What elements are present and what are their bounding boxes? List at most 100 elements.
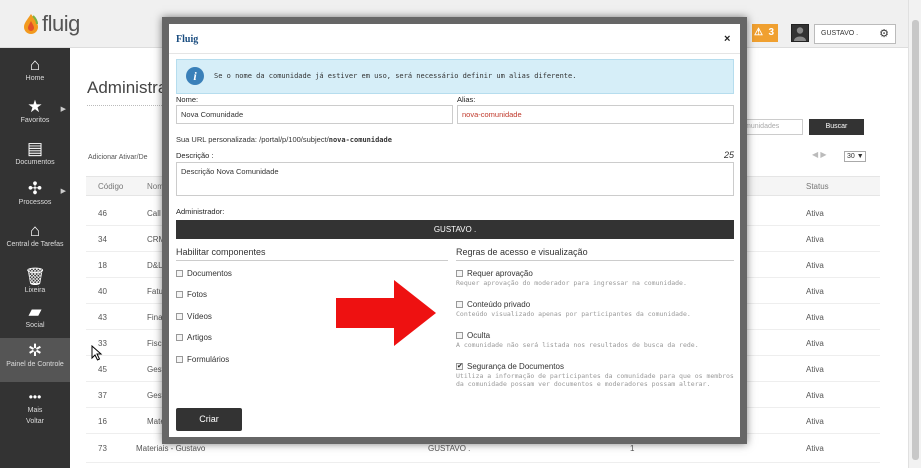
pager-arrows[interactable]: ◀ ▶	[812, 150, 827, 159]
page-size-select[interactable]: 30 ▼	[844, 151, 866, 162]
sidebar-item-label: Documentos	[15, 159, 55, 166]
cell-status: Ativa	[806, 417, 824, 426]
sidebar-item-label: Mais	[27, 407, 43, 414]
sidebar-item-favoritos[interactable]: ★ Favoritos ▶	[0, 98, 70, 125]
checkbox[interactable]	[176, 270, 183, 277]
alerts-badge[interactable]: ⚠ 3	[752, 24, 778, 42]
page-title: Administrar	[87, 78, 173, 97]
mouse-cursor-icon	[91, 345, 103, 361]
checkbox[interactable]	[176, 291, 183, 298]
checkbox[interactable]	[456, 332, 463, 339]
checkbox-oculta[interactable]: Oculta	[456, 331, 490, 340]
sidebar-item-voltar[interactable]: Voltar	[0, 418, 70, 426]
sidebar-item-mais[interactable]: ••• Mais	[0, 388, 70, 415]
cell-code: 18	[98, 261, 107, 270]
cell-code: 46	[98, 209, 107, 218]
cell-name: D&L	[147, 261, 163, 270]
checkbox-label: Oculta	[467, 331, 491, 340]
sidebar-item-label: Voltar	[26, 418, 44, 425]
page-scrollbar[interactable]	[908, 0, 921, 468]
checkbox[interactable]	[456, 301, 463, 308]
control-panel-icon: ✲	[27, 341, 43, 360]
cell-count: 1	[630, 444, 635, 453]
checkbox-artigos[interactable]: Artigos	[176, 333, 212, 342]
column-header-status[interactable]: Status	[806, 182, 829, 191]
create-button[interactable]: Criar	[176, 408, 242, 431]
checkbox[interactable]	[456, 270, 463, 277]
checkbox-label: Requer aprovação	[467, 269, 533, 278]
name-field[interactable]: Nova Comunidade	[176, 105, 453, 124]
checkbox-videos[interactable]: Vídeos	[176, 312, 212, 321]
close-icon[interactable]: ×	[724, 33, 730, 45]
sidebar-item-social[interactable]: ▰ Social	[0, 303, 70, 330]
modal-title: Fluig	[176, 34, 199, 45]
url-prefix: Sua URL personalizada: /portal/p/100/sub…	[176, 135, 329, 144]
user-avatar[interactable]	[791, 24, 809, 42]
sidebar-item-documentos[interactable]: ▤ Documentos	[0, 140, 70, 167]
cell-code: 73	[98, 444, 107, 453]
warning-icon: ⚠	[754, 27, 763, 38]
cell-name: Call	[147, 209, 161, 218]
create-community-modal: Fluig × i Se o nome da comunidade já est…	[162, 17, 747, 444]
chevron-down-icon: ▼	[856, 153, 864, 160]
processes-icon: ✣	[27, 179, 43, 198]
checkbox-formularios[interactable]: Formulários	[176, 355, 229, 364]
cell-status: Ativa	[806, 261, 824, 270]
sidebar-item-home[interactable]: ⌂ Home	[0, 56, 70, 83]
checkbox[interactable]	[176, 313, 183, 320]
rule-description: Requer aprovação do moderador para ingre…	[456, 279, 687, 287]
sidebar-item-processos[interactable]: ✣ Processos ▶	[0, 180, 70, 207]
cell-status: Ativa	[806, 444, 824, 453]
sidebar: ⌂ Home ★ Favoritos ▶ ▤ Documentos ✣ Proc…	[0, 48, 70, 468]
checkbox-requer-aprovacao[interactable]: Requer aprovação	[456, 269, 533, 278]
trash-icon: 🗑︎	[24, 267, 46, 286]
chevron-right-icon: ▶	[60, 188, 66, 195]
cell-code: 16	[98, 417, 107, 426]
checkbox-conteudo-privado[interactable]: Conteúdo privado	[456, 300, 530, 309]
url-slug: nova-comunidade	[328, 136, 392, 144]
user-name: GUSTAVO .	[821, 30, 859, 37]
checkbox-fotos[interactable]: Fotos	[176, 290, 207, 299]
table-actions[interactable]: Adicionar Ativar/De	[88, 154, 148, 161]
name-label: Nome:	[176, 95, 199, 104]
chevron-right-icon: ▶	[60, 106, 66, 113]
sidebar-item-label: Lixeira	[24, 287, 46, 294]
checkbox[interactable]	[176, 334, 183, 341]
search-input[interactable]: munidades	[741, 119, 803, 135]
home-icon: ⌂	[29, 55, 41, 74]
info-alert: i Se o nome da comunidade já estiver em …	[176, 59, 734, 94]
sidebar-item-label: Social	[25, 322, 45, 329]
administrator-field[interactable]: GUSTAVO .	[176, 220, 734, 239]
description-value: Descrição Nova Comunidade	[181, 167, 279, 176]
gear-icon[interactable]: ⚙	[879, 28, 889, 40]
checkbox-documentos[interactable]: Documentos	[176, 269, 232, 278]
alerts-count: 3	[768, 27, 774, 38]
cell-status: Ativa	[806, 365, 824, 374]
task-center-icon: ⌂	[29, 221, 41, 240]
sidebar-item-label: Home	[25, 75, 45, 82]
sidebar-item-label: Processos	[18, 199, 52, 206]
fluig-logo[interactable]: fluig	[22, 11, 80, 37]
scrollbar-thumb[interactable]	[912, 20, 919, 460]
next-page-icon[interactable]: ▶	[820, 150, 826, 159]
checkbox-seguranca-de-documentos[interactable]: ✔ Segurança de Documentos	[456, 362, 564, 371]
social-icon: ▰	[28, 302, 42, 321]
prev-page-icon[interactable]: ◀	[812, 150, 818, 159]
cell-code: 37	[98, 391, 107, 400]
checkbox-checked[interactable]: ✔	[456, 363, 463, 370]
alias-field[interactable]: nova-comunidade	[457, 105, 734, 124]
sidebar-item-central-de-tarefas[interactable]: ⌂ Central de Tarefas	[0, 222, 70, 249]
sidebar-item-label: Favoritos	[20, 117, 50, 124]
star-icon: ★	[27, 97, 43, 116]
sidebar-item-lixeira[interactable]: 🗑︎ Lixeira	[0, 268, 70, 295]
column-header-code[interactable]: Código	[98, 182, 123, 191]
description-textarea[interactable]: Descrição Nova Comunidade	[176, 162, 734, 196]
cell-status: Ativa	[806, 391, 824, 400]
checkbox[interactable]	[176, 356, 183, 363]
checkbox-label: Formulários	[187, 355, 230, 364]
user-menu[interactable]: GUSTAVO . ⚙	[814, 24, 896, 44]
documents-icon: ▤	[26, 139, 44, 158]
sidebar-item-painel-de-controle[interactable]: ✲ Painel de Controle	[0, 338, 70, 382]
search-button[interactable]: Buscar	[809, 119, 864, 135]
modal-header: Fluig ×	[169, 24, 740, 54]
